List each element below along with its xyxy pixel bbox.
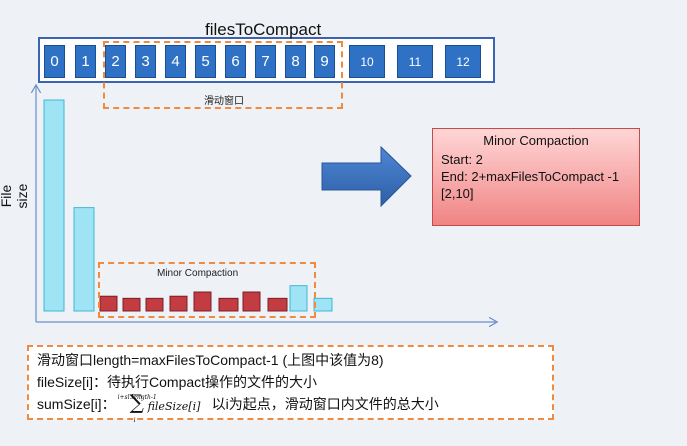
info-range: [2,10] bbox=[441, 186, 474, 201]
sum-lower-limit: i bbox=[133, 417, 136, 424]
note-line-3-prefix: sumSize[i]： bbox=[37, 396, 116, 412]
sigma-symbol: ∑ bbox=[129, 390, 144, 414]
minor-compaction-info-box: Minor Compaction Start: 2 End: 2+maxFile… bbox=[432, 128, 640, 226]
note-line-1: 滑动窗口length=maxFilesToCompact-1 (上图中该值为8) bbox=[37, 352, 384, 368]
minor-compaction-label: Minor Compaction bbox=[157, 268, 239, 279]
bar-0 bbox=[43, 99, 65, 312]
notes-box: 滑动窗口length=maxFilesToCompact-1 (上图中该值为8)… bbox=[27, 345, 554, 424]
note-line-3-suffix: 以i为起点，滑动窗口内文件的总大小 bbox=[211, 396, 439, 412]
note-line-2: fileSize[i]：待执行Compact操作的文件的大小 bbox=[37, 374, 318, 390]
info-end: End: 2+maxFilesToCompact -1 bbox=[441, 169, 620, 184]
bar-11 bbox=[313, 297, 333, 312]
bar-1 bbox=[73, 207, 95, 312]
right-arrow bbox=[321, 145, 412, 208]
sum-body: fileSize[i] bbox=[147, 400, 201, 413]
diagram: filesToCompact 0 1 2 3 4 5 6 7 8 9 10 11 12 滑动窗口 Fil… bbox=[0, 0, 687, 446]
sum-formula: i+sl.length-1 ∑ i fileSize[i] bbox=[116, 390, 212, 424]
info-box-title: Minor Compaction bbox=[483, 133, 589, 148]
info-start: Start: 2 bbox=[441, 152, 483, 167]
note-line-3: sumSize[i]： i+sl.length-1 ∑ i fileSize[i] 以i为… bbox=[37, 390, 544, 424]
